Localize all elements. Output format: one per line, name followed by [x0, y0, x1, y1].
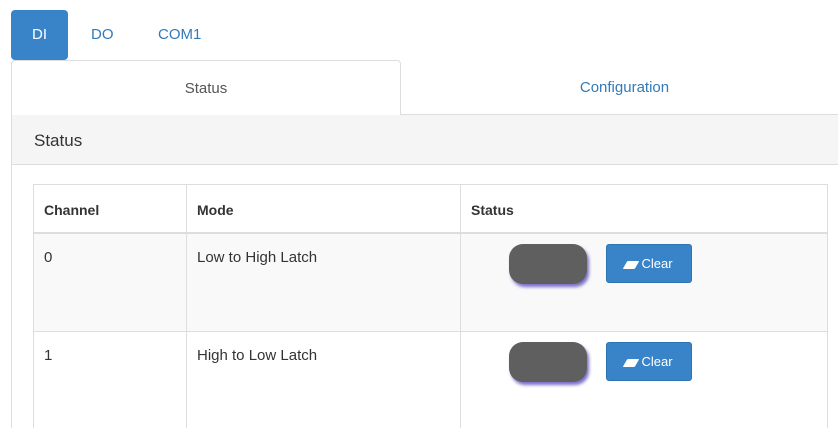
status-cell: Clear — [460, 232, 828, 332]
tab-configuration[interactable]: Configuration — [411, 60, 838, 115]
clear-button-label: Clear — [641, 354, 673, 369]
status-toggle[interactable] — [509, 243, 587, 284]
status-panel: Status Channel Mode Status 0 Low to High… — [11, 115, 838, 428]
table-row: 0 Low to High Latch Clear — [33, 232, 828, 332]
table-header-row: Channel Mode Status — [33, 184, 828, 234]
pill-com1[interactable]: COM1 — [158, 10, 201, 60]
status-cell: Clear — [460, 331, 828, 428]
clear-button[interactable]: Clear — [606, 342, 692, 381]
tab-status[interactable]: Status — [11, 60, 401, 116]
table-row: 1 High to Low Latch Clear — [33, 331, 828, 428]
pill-do[interactable]: DO — [91, 10, 114, 60]
column-header-status: Status — [460, 184, 828, 234]
eraser-icon — [623, 359, 640, 367]
column-header-mode: Mode — [186, 184, 461, 234]
mode-cell: Low to High Latch — [186, 232, 461, 332]
panel-title: Status — [12, 115, 838, 165]
channel-cell: 1 — [33, 331, 187, 428]
channel-status-table: Channel Mode Status 0 Low to High Latch … — [33, 184, 828, 428]
clear-button[interactable]: Clear — [606, 243, 692, 283]
clear-button-label: Clear — [641, 255, 673, 271]
channel-cell: 0 — [33, 232, 187, 332]
eraser-icon — [623, 260, 640, 269]
column-header-channel: Channel — [33, 184, 187, 234]
status-toggle[interactable] — [509, 342, 587, 382]
tab-bar: Status Configuration — [11, 60, 838, 116]
mode-cell: High to Low Latch — [186, 331, 461, 428]
pill-di[interactable]: DI — [11, 10, 68, 60]
